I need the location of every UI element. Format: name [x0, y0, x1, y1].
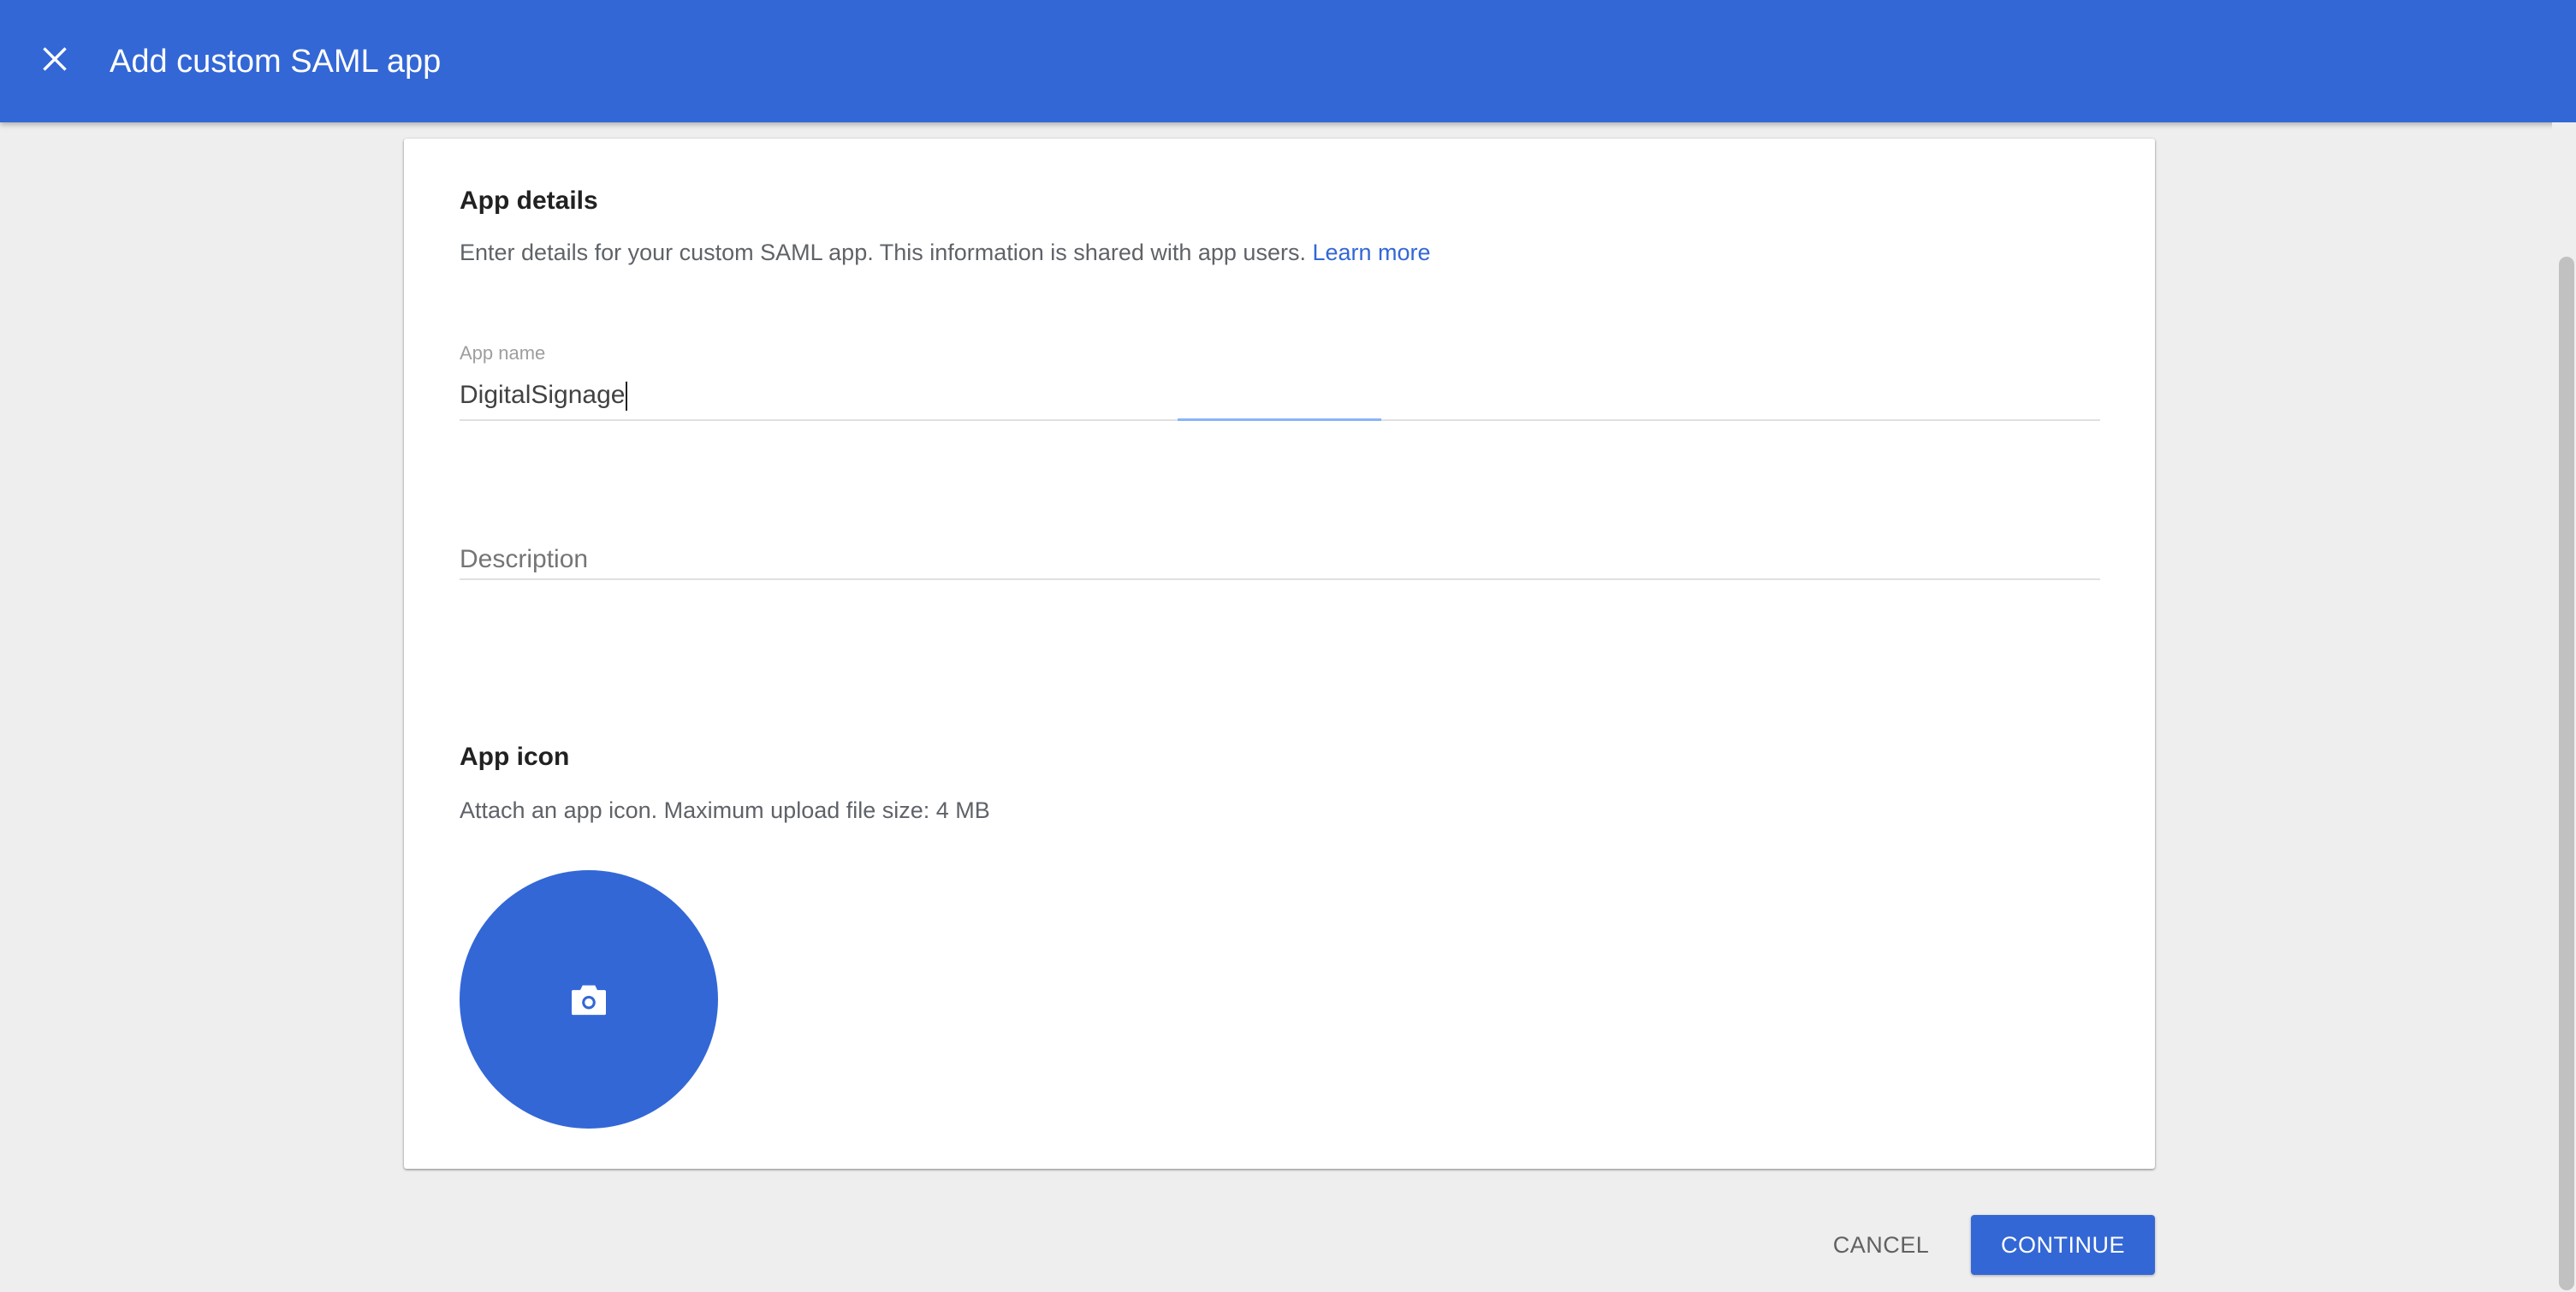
learn-more-link[interactable]: Learn more [1312, 240, 1430, 265]
app-name-focus-indicator [1178, 418, 1381, 421]
upload-app-icon-button[interactable] [460, 870, 718, 1129]
page-title: Add custom SAML app [110, 44, 442, 80]
app-name-label: App name [460, 342, 546, 364]
text-caret [626, 382, 628, 412]
app-icon-heading: App icon [460, 743, 570, 771]
continue-button[interactable]: CONTINUE [1971, 1215, 2155, 1275]
camera-icon [572, 985, 606, 1016]
app-name-field[interactable]: DigitalSignage [460, 381, 2100, 412]
app-details-card: App details Enter details for your custo… [404, 139, 2155, 1169]
close-button[interactable] [31, 35, 79, 83]
cancel-button[interactable]: CANCEL [1813, 1215, 1950, 1275]
app-details-description-text: Enter details for your custom SAML app. … [460, 240, 1306, 265]
app-icon-description: Attach an app icon. Maximum upload file … [460, 797, 990, 823]
description-field[interactable] [460, 542, 2100, 577]
app-details-description: Enter details for your custom SAML app. … [460, 240, 1431, 266]
description-underline [460, 578, 2100, 580]
close-icon [43, 47, 67, 71]
scrollbar-thumb[interactable] [2559, 257, 2574, 1290]
app-name-value: DigitalSignage [460, 381, 626, 409]
app-details-heading: App details [460, 187, 598, 215]
top-app-bar: Add custom SAML app [0, 0, 2576, 122]
